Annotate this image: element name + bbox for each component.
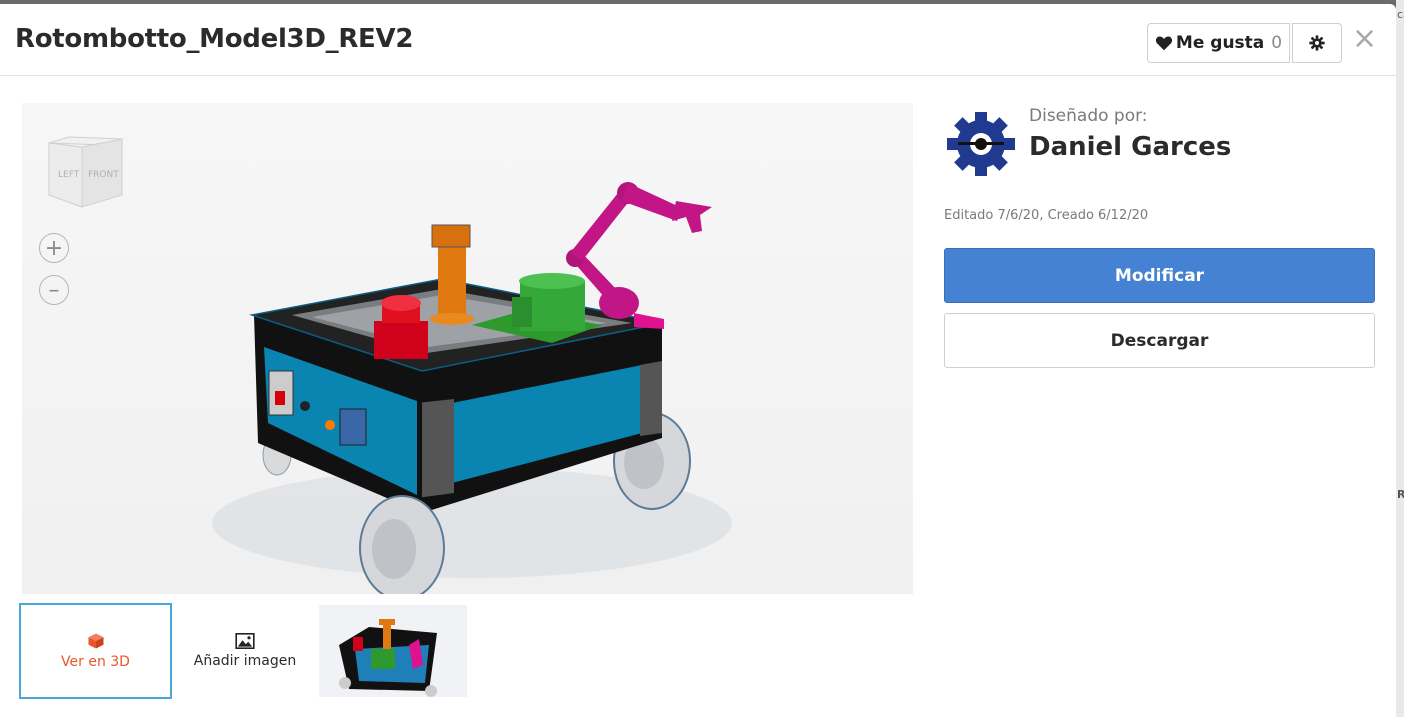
- model-render: [212, 182, 732, 594]
- like-button[interactable]: Me gusta 0: [1147, 23, 1290, 63]
- design-image-thumbnail[interactable]: [319, 605, 467, 697]
- gear-icon: [1309, 35, 1325, 51]
- designed-by-label: Diseñado por:: [1029, 106, 1148, 126]
- backdrop-text: ca: [1397, 8, 1404, 21]
- edit-create-dates: Editado 7/6/20, Creado 6/12/20: [944, 208, 1149, 223]
- modify-button[interactable]: Modificar: [944, 248, 1375, 303]
- heart-icon: [1155, 36, 1172, 51]
- download-button[interactable]: Descargar: [944, 313, 1375, 368]
- settings-button[interactable]: [1292, 23, 1342, 63]
- model-viewer[interactable]: LEFT FRONT + –: [22, 103, 913, 594]
- view-3d-thumbnail[interactable]: Ver en 3D: [19, 603, 172, 699]
- modal-header: Rotombotto_Model3D_REV2 Me gusta 0 ×: [0, 4, 1396, 76]
- cube-icon: [88, 633, 103, 649]
- close-button[interactable]: ×: [1352, 24, 1377, 56]
- like-label: Me gusta: [1175, 33, 1265, 53]
- view-cube-left-label: LEFT: [58, 170, 80, 180]
- page-backdrop: [1396, 0, 1404, 717]
- designer-name[interactable]: Daniel Garces: [1029, 132, 1231, 162]
- add-image-label: Añadir imagen: [193, 653, 297, 669]
- image-icon: [235, 633, 255, 649]
- design-title: Rotombotto_Model3D_REV2: [15, 24, 414, 54]
- view-3d-label: Ver en 3D: [61, 654, 130, 670]
- designer-avatar[interactable]: [944, 108, 1018, 178]
- zoom-out-button[interactable]: –: [39, 275, 69, 305]
- design-modal: Rotombotto_Model3D_REV2 Me gusta 0 × LEF…: [0, 4, 1396, 717]
- like-count: 0: [1271, 33, 1283, 53]
- view-cube-front-label: FRONT: [88, 170, 119, 180]
- add-image-thumbnail[interactable]: Añadir imagen: [172, 603, 318, 699]
- backdrop-text: R: [1397, 488, 1404, 501]
- view-cube[interactable]: LEFT FRONT: [44, 133, 124, 217]
- zoom-in-button[interactable]: +: [39, 233, 69, 263]
